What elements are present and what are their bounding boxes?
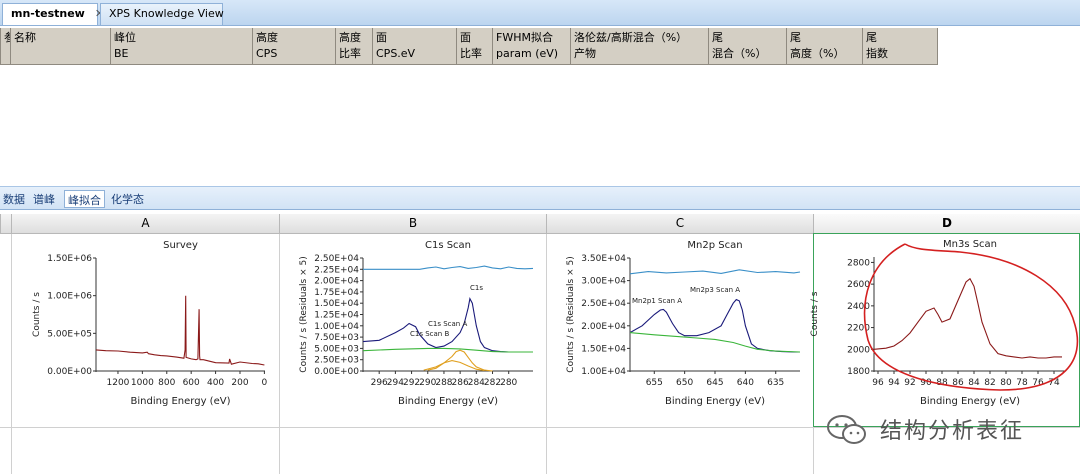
- y-tick-label: 1.00E+06: [47, 292, 92, 302]
- series-line: [363, 265, 534, 270]
- y-axis-label: Counts / s (Residuals × 5): [299, 256, 309, 372]
- x-tick-label: 600: [183, 378, 200, 388]
- chart-title: Mn3s Scan: [943, 239, 997, 250]
- chart-title: Mn2p Scan: [687, 240, 742, 251]
- watermark: 结构分析表征: [820, 412, 1070, 446]
- x-tick-label: 78: [1016, 378, 1028, 388]
- y-tick-label: 0.00E+00: [47, 367, 92, 377]
- y-tick-label: 2.00E+04: [314, 277, 359, 287]
- x-axis-label: Binding Energy (eV): [131, 396, 231, 407]
- chart-title: C1s Scan: [425, 240, 471, 251]
- x-axis-label: Binding Energy (eV): [398, 396, 498, 407]
- x-tick-label: 290: [419, 378, 436, 388]
- peak-annotation: Mn2p1 Scan A: [632, 297, 682, 305]
- x-tick-label: 800: [158, 378, 175, 388]
- y-tick-label: 7.50E+03: [314, 333, 359, 343]
- y-tick-label: 2600: [847, 280, 870, 290]
- y-tick-label: 1.75E+04: [314, 288, 359, 298]
- x-tick-label: 282: [484, 378, 501, 388]
- series-line: [629, 298, 800, 353]
- application-window: mn-testnew✕ XPS Knowledge View 参名称峰位BE高度…: [0, 0, 1080, 474]
- y-tick-label: 3.00E+04: [581, 277, 626, 287]
- y-tick-label: 1.50E+04: [581, 344, 626, 354]
- y-tick-label: 2.25E+04: [314, 265, 359, 275]
- series-line: [629, 269, 801, 275]
- y-axis-label: Counts / s: [810, 291, 820, 336]
- y-tick-label: 2.50E+04: [581, 299, 626, 309]
- series-line: [629, 332, 801, 353]
- y-tick-label: 5.00E+05: [47, 329, 92, 339]
- x-axis-label: Binding Energy (eV): [665, 396, 765, 407]
- x-tick-label: 200: [231, 378, 248, 388]
- y-tick-label: 2000: [847, 345, 870, 355]
- x-tick-label: 400: [207, 378, 224, 388]
- series-line: [95, 295, 265, 366]
- y-axis-label: Counts / s: [32, 292, 42, 337]
- x-tick-label: 80: [1000, 378, 1012, 388]
- series-line: [427, 349, 493, 372]
- x-tick-label: 84: [968, 378, 980, 388]
- y-tick-label: 1.50E+04: [314, 299, 359, 309]
- x-tick-label: 635: [767, 378, 784, 388]
- hand-drawn-annotation: [863, 243, 1079, 391]
- x-tick-label: 292: [403, 378, 420, 388]
- y-tick-label: 2.50E+03: [314, 356, 359, 366]
- x-axis-label: Binding Energy (eV): [920, 396, 1020, 407]
- y-tick-label: 1.00E+04: [314, 322, 359, 332]
- y-tick-label: 5.00E+03: [314, 344, 359, 354]
- peak-annotation: C1s Scan A: [428, 320, 467, 328]
- x-tick-label: 280: [500, 378, 517, 388]
- y-tick-label: 2.00E+04: [581, 322, 626, 332]
- x-tick-label: 1000: [131, 378, 154, 388]
- x-tick-label: 650: [676, 378, 693, 388]
- x-tick-label: 655: [646, 378, 663, 388]
- y-tick-label: 2400: [847, 302, 870, 312]
- y-tick-label: 1800: [847, 367, 870, 377]
- peak-annotation: C1s: [470, 284, 483, 292]
- y-tick-label: 1.00E+04: [581, 367, 626, 377]
- x-tick-label: 284: [468, 378, 485, 388]
- x-tick-label: 1200: [107, 378, 130, 388]
- x-tick-label: 94: [888, 378, 900, 388]
- watermark-text: 结构分析表征: [880, 419, 1025, 444]
- series-line: [362, 347, 533, 353]
- chart-title: Survey: [163, 240, 198, 251]
- y-tick-label: 0.00E+00: [314, 367, 359, 377]
- x-tick-label: 82: [984, 378, 995, 388]
- x-tick-label: 0: [262, 378, 268, 388]
- x-tick-label: 92: [904, 378, 915, 388]
- x-tick-label: 96: [872, 378, 884, 388]
- x-tick-label: 286: [452, 378, 469, 388]
- series-line: [873, 277, 1062, 359]
- y-tick-label: 3.50E+04: [581, 254, 626, 264]
- y-tick-label: 1.25E+04: [314, 311, 359, 321]
- x-tick-label: 645: [706, 378, 723, 388]
- spectra-plots[interactable]: Survey 0.00E+00 5.00E+05 1.00E+06 1.50E+06 12…: [0, 0, 1080, 474]
- peak-annotation: Mn2p3 Scan A: [690, 286, 740, 294]
- peak-annotation: C1s Scan B: [410, 330, 449, 338]
- x-tick-label: 294: [387, 378, 404, 388]
- x-tick-label: 640: [737, 378, 754, 388]
- y-tick-label: 2800: [847, 258, 870, 268]
- wechat-logo-icon: [827, 415, 866, 444]
- y-axis-label: Counts / s (Residuals × 5): [566, 256, 576, 372]
- y-tick-label: 1.50E+06: [47, 254, 92, 264]
- x-tick-label: 296: [371, 378, 388, 388]
- x-tick-label: 288: [435, 378, 452, 388]
- y-tick-label: 2.50E+04: [314, 254, 359, 264]
